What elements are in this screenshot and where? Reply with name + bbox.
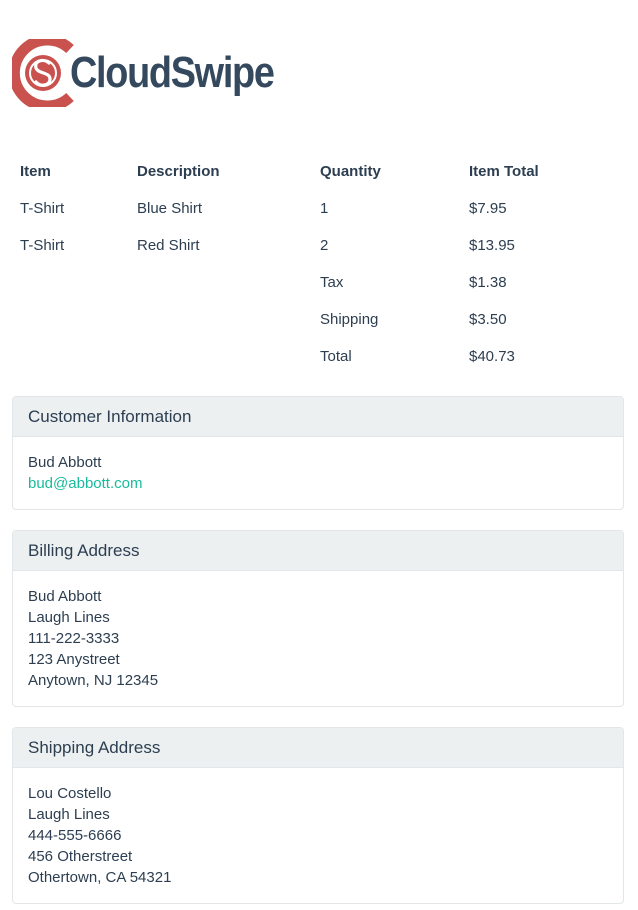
summary-label: Total (320, 348, 352, 365)
summary-value: $1.38 (469, 274, 507, 291)
panel-title: Billing Address (13, 531, 623, 571)
panel-title: Shipping Address (13, 728, 623, 768)
customer-name: Bud Abbott (28, 454, 102, 471)
shipping-address-panel: Shipping Address Lou Costello Laugh Line… (12, 727, 624, 904)
cell-quantity: 1 (320, 200, 329, 217)
billing-address-panel: Billing Address Bud Abbott Laugh Lines 1… (12, 530, 624, 707)
panel-title: Customer Information (13, 397, 623, 437)
cell-quantity: 2 (320, 237, 329, 254)
col-header-quantity: Quantity (320, 163, 381, 180)
customer-information-panel: Customer Information Bud Abbott bud@abbo… (12, 396, 624, 510)
address-line: Othertown, CA 54321 (28, 869, 172, 886)
address-line: 456 Otherstreet (28, 848, 133, 865)
address-line: Lou Costello (28, 785, 112, 802)
col-header-description: Description (137, 163, 220, 180)
col-header-item-total: Item Total (469, 163, 539, 180)
table-row: T-Shirt Red Shirt 2 $13.95 (12, 227, 626, 264)
summary-row-total: Total $40.73 (12, 338, 626, 375)
brand-name: CloudSwipe (70, 48, 275, 97)
summary-row-tax: Tax $1.38 (12, 264, 626, 301)
address-line: Bud Abbott (28, 588, 102, 605)
cloudswipe-logo-icon (12, 39, 74, 107)
customer-email-link[interactable]: bud@abbott.com (28, 475, 142, 492)
address-line: Laugh Lines (28, 806, 110, 823)
address-line: 111-222-3333 (28, 630, 120, 647)
cell-description: Red Shirt (137, 237, 200, 254)
cell-total: $7.95 (469, 200, 507, 217)
panel-body: Bud Abbott bud@abbott.com (13, 437, 623, 509)
receipt-page: CloudSwipe Item Description Quantity Ite… (0, 0, 638, 910)
summary-value: $3.50 (469, 311, 507, 328)
summary-value: $40.73 (469, 348, 515, 365)
col-header-item: Item (20, 163, 51, 180)
summary-label: Tax (320, 274, 344, 291)
address-line: Laugh Lines (28, 609, 110, 626)
order-items-table: Item Description Quantity Item Total T-S… (12, 153, 626, 375)
cell-total: $13.95 (469, 237, 515, 254)
panel-body: Lou Costello Laugh Lines 444-555-6666 45… (13, 768, 623, 903)
cell-item: T-Shirt (20, 200, 65, 217)
brand-logo: CloudSwipe (12, 39, 307, 107)
address-line: 444-555-6666 (28, 827, 122, 844)
summary-label: Shipping (320, 311, 379, 328)
table-header-row: Item Description Quantity Item Total (12, 153, 626, 190)
panel-body: Bud Abbott Laugh Lines 111-222-3333 123 … (13, 571, 623, 706)
address-line: Anytown, NJ 12345 (28, 672, 159, 689)
address-line: 123 Anystreet (28, 651, 120, 668)
summary-row-shipping: Shipping $3.50 (12, 301, 626, 338)
cell-item: T-Shirt (20, 237, 65, 254)
cell-description: Blue Shirt (137, 200, 203, 217)
table-row: T-Shirt Blue Shirt 1 $7.95 (12, 190, 626, 227)
